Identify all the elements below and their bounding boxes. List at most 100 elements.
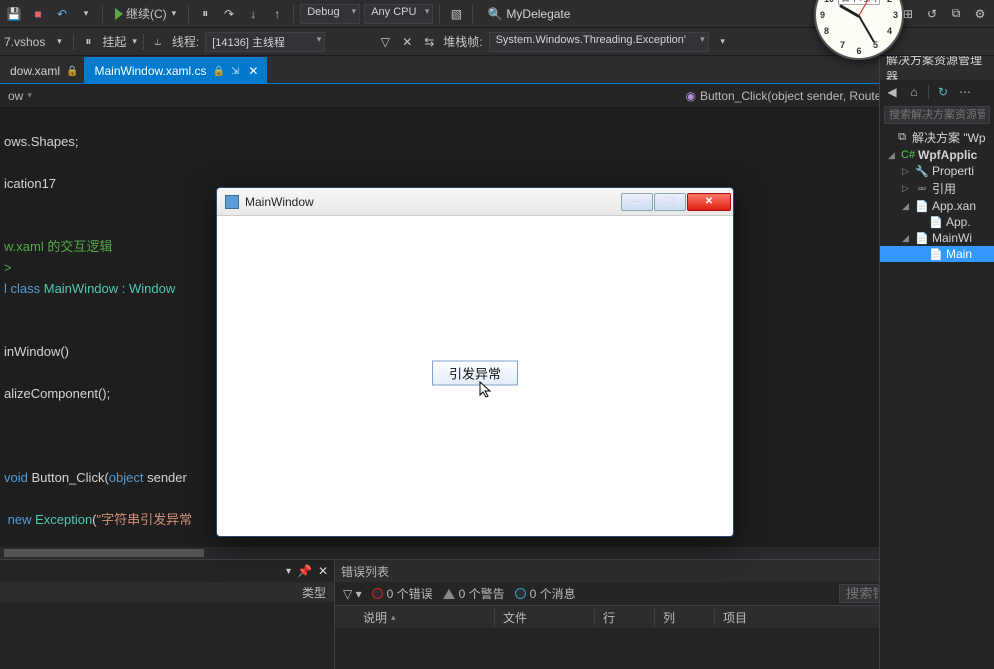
close-icon[interactable]: ✕ [318, 564, 328, 578]
toolbar-icon-4[interactable]: ⚙ [970, 4, 990, 24]
col-file[interactable]: 文件 [495, 609, 595, 626]
save-icon[interactable]: 💾 [4, 4, 24, 24]
play-icon [115, 8, 123, 20]
bottom-panels: ▾ 📌 ✕ 类型 错误列表 ▾ 📌 ✕ ▽ ▾ 0 个错误 [0, 559, 994, 669]
startup-item: MyDelegate [506, 7, 570, 21]
toolbar-icon-2[interactable]: ↺ [922, 4, 942, 24]
sync-icon[interactable]: ↻ [935, 84, 951, 100]
stackframe-label: 堆栈帧: [443, 33, 482, 50]
thread-label: 线程: [172, 33, 199, 50]
clock-label: 日本时间 [838, 0, 880, 5]
tree-appxaml[interactable]: ◢📄App.xan [880, 198, 994, 214]
step-over-icon[interactable]: ↷ [219, 4, 239, 24]
more-icon[interactable]: ⋯ [957, 84, 973, 100]
running-app-window: MainWindow — ☐ ✕ 引发异常 [216, 187, 734, 537]
panel-title: 错误列表 [341, 563, 389, 580]
warning-icon [443, 589, 455, 599]
continue-label: 继续(C) [126, 5, 167, 22]
tree-properties[interactable]: ▷🔧Properti [880, 163, 994, 179]
tab-label: MainWindow.xaml.cs [94, 64, 206, 78]
tab-cs-active[interactable]: MainWindow.xaml.cs 🔒 ⇲ ✕ [84, 57, 267, 83]
dropdown-icon[interactable]: ▾ [286, 566, 291, 577]
pin-icon[interactable]: ⇲ [231, 66, 239, 77]
tree-solution[interactable]: ⧉解决方案 "Wp [880, 128, 994, 147]
col-column[interactable]: 列 [655, 609, 715, 626]
panel-header: ▾ 📌 ✕ [0, 560, 334, 582]
home-icon[interactable]: ⌂ [906, 84, 922, 100]
maximize-button[interactable]: ☐ [654, 193, 686, 211]
hour-hand [839, 4, 860, 18]
extensions-icon[interactable]: ▧ [446, 4, 466, 24]
error-icon [372, 588, 383, 599]
app-content: 引发异常 [223, 216, 727, 530]
col-line[interactable]: 行 [595, 609, 655, 626]
close-button[interactable]: ✕ [687, 193, 731, 211]
step-out-icon[interactable]: ↑ [267, 4, 287, 24]
platform-selector[interactable]: Any CPU [364, 4, 433, 24]
references-icon: ▫▫ [915, 183, 929, 195]
type-column-header[interactable]: 类型 [0, 582, 334, 602]
horizontal-scrollbar[interactable] [0, 547, 994, 559]
solution-search[interactable] [884, 106, 990, 124]
search-icon: 🔍 [487, 7, 502, 21]
config-selector[interactable]: Debug [300, 4, 360, 24]
class-selector[interactable]: ow [0, 89, 40, 103]
errors-filter[interactable]: 0 个错误 [372, 585, 433, 602]
dropdown-icon[interactable]: ▾ [715, 34, 731, 50]
continue-button[interactable]: 继续(C) ▾ [109, 3, 182, 25]
lock-icon: 🔒 [213, 66, 225, 77]
col-description[interactable]: 说明 [355, 609, 495, 626]
filter-icon[interactable]: ▽ [377, 34, 393, 50]
undo-icon[interactable]: ↶ [52, 4, 72, 24]
filter-icon[interactable]: ▽ ▾ [343, 587, 362, 601]
solution-explorer-title: 解决方案资源管理器 [880, 56, 994, 80]
suspend-icon[interactable]: ⏸ [80, 34, 96, 50]
thread-selector[interactable]: [14136] 主线程 [205, 32, 325, 52]
thread-icon: ⥿ [150, 34, 166, 50]
stackframe-selector[interactable]: System.Windows.Threading.Exception' [489, 32, 709, 52]
method-icon: ◉ [686, 89, 696, 103]
tree-appcs[interactable]: 📄App. [880, 214, 994, 230]
suspend-label: 挂起 [102, 33, 126, 50]
clear-icon[interactable]: ✕ [399, 34, 415, 50]
tree-mainxaml[interactable]: ◢📄MainWi [880, 230, 994, 246]
messages-filter[interactable]: 0 个消息 [515, 585, 576, 602]
toggle-icon[interactable]: ⇆ [421, 34, 437, 50]
back-icon[interactable]: ◀ [884, 84, 900, 100]
csharp-project-icon: C# [901, 149, 915, 161]
dropdown-icon[interactable]: ▾ [76, 4, 96, 24]
tree-maincs-selected[interactable]: 📄Main [880, 246, 994, 262]
close-tab-icon[interactable]: ✕ [245, 64, 261, 78]
member-navigator: ow ◉ Button_Click(object sender, RoutedE… [0, 84, 994, 108]
solution-tree: ⧉解决方案 "Wp ◢C#WpfApplic ▷🔧Properti ▷▫▫引用 … [880, 126, 994, 669]
tree-project[interactable]: ◢C#WpfApplic [880, 147, 994, 163]
lock-icon: 🔒 [66, 66, 78, 77]
solution-explorer: 解决方案资源管理器 ◀ ⌂ ↻ ⋯ ⧉解决方案 "Wp ◢C#WpfApplic… [879, 56, 994, 669]
minute-hand [858, 16, 875, 43]
wrench-icon: 🔧 [915, 165, 929, 178]
minimize-button[interactable]: — [621, 193, 653, 211]
cursor-icon [479, 381, 493, 402]
app-titlebar[interactable]: MainWindow — ☐ ✕ [217, 188, 733, 216]
app-title: MainWindow [245, 195, 314, 209]
throw-exception-button[interactable]: 引发异常 [432, 361, 518, 386]
pin-icon[interactable]: 📌 [297, 564, 312, 578]
pause-icon[interactable]: ⏸ [195, 4, 215, 24]
warnings-filter[interactable]: 0 个警告 [443, 585, 505, 602]
tab-xaml[interactable]: dow.xaml 🔒 [0, 57, 84, 83]
stop-debug-icon[interactable]: ■ [28, 4, 48, 24]
cs-file-icon: 📄 [929, 248, 943, 261]
toolbar-icon-3[interactable]: ⧉ [946, 4, 966, 24]
step-into-icon[interactable]: ↓ [243, 4, 263, 24]
dropdown-icon[interactable]: ▾ [51, 34, 67, 50]
left-panel: ▾ 📌 ✕ 类型 [0, 560, 335, 669]
app-icon [225, 195, 239, 209]
solution-explorer-toolbar: ◀ ⌂ ↻ ⋯ [880, 80, 994, 104]
info-icon [515, 588, 526, 599]
document-tabs: dow.xaml 🔒 MainWindow.xaml.cs 🔒 ⇲ ✕ ▾ [0, 56, 994, 84]
process-name: 7.vshos [4, 35, 45, 49]
xaml-icon: 📄 [915, 200, 929, 213]
quick-launch[interactable]: 🔍 MyDelegate [487, 7, 570, 21]
solution-icon: ⧉ [895, 131, 909, 144]
tree-references[interactable]: ▷▫▫引用 [880, 179, 994, 198]
